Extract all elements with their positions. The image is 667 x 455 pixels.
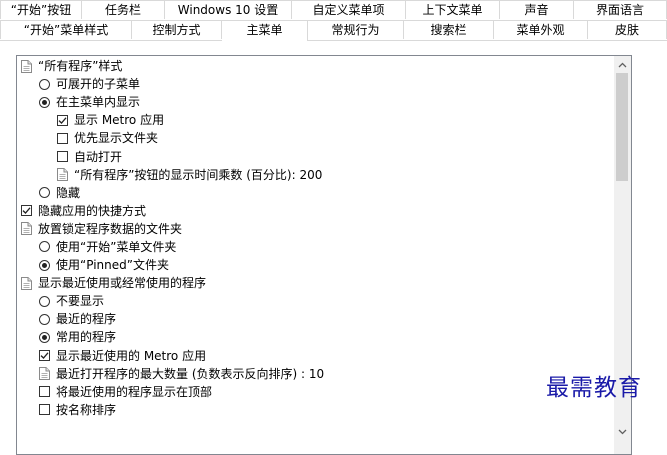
tab-skin[interactable]: 皮肤 [588,20,667,39]
tree-item-label: 显示最近使用或经常使用的程序 [38,276,207,291]
checkbox-icon[interactable] [57,132,68,144]
tree-item[interactable]: 将最近使用的程序显示在顶部 [17,383,614,401]
tree-item-label: 隐藏 [56,185,81,200]
tree-item[interactable]: “所有程序”样式 [17,57,614,75]
document-icon [39,367,50,381]
tree-item-label: 最近的程序 [56,312,117,327]
document-icon [21,59,32,73]
checkbox-icon[interactable] [39,386,50,398]
tree-item[interactable]: 隐藏应用的快捷方式 [17,202,614,220]
tab-search-box[interactable]: 搜索栏 [404,20,494,39]
tree-item-label: “所有程序”样式 [38,59,123,74]
tree-item-label: 将最近使用的程序显示在顶部 [56,384,213,399]
tree-item[interactable]: 显示 Metro 应用 [17,111,614,129]
tree-item[interactable]: 最近的程序 [17,310,614,328]
settings-list: “所有程序”样式可展开的子菜单 在主菜单内显示显示 Metro 应用 优先显示文件夹… [17,57,614,419]
radio-icon[interactable] [39,78,50,90]
scroll-down-arrow-icon[interactable] [614,423,631,440]
radio-selected-icon[interactable] [39,331,50,343]
tree-item-label: 优先显示文件夹 [74,131,159,146]
tree-item[interactable]: 显示最近使用或经常使用的程序 [17,274,614,292]
radio-icon[interactable] [39,295,50,307]
tree-item[interactable]: 优先显示文件夹 [17,129,614,147]
tree-item-label: 隐藏应用的快捷方式 [38,203,147,218]
tab-start-menu-style[interactable]: “开始”菜单样式 [0,20,132,39]
tab-start-button[interactable]: “开始”按钮 [0,0,82,19]
tab-main-menu[interactable]: 主菜单 [222,20,308,41]
scrollbar-thumb[interactable] [616,73,628,181]
tab-windows10-settings[interactable]: Windows 10 设置 [165,0,292,19]
tree-item[interactable]: 最近打开程序的最大数量 (负数表示反向排序) : 10 [17,365,614,383]
tab-ui-language[interactable]: 界面语言 [574,0,667,19]
tree-item[interactable]: 隐藏 [17,184,614,202]
tree-item-label: 按名称排序 [56,402,117,417]
watermark-text: 最需教育 [546,375,642,401]
scroll-up-arrow-icon[interactable] [614,56,631,73]
document-icon [57,168,68,182]
tab-menu-look[interactable]: 菜单外观 [494,20,588,39]
tab-row-2: “开始”菜单样式 控制方式 主菜单 常规行为 搜索栏 菜单外观 皮肤 [0,20,667,41]
tab-context-menu[interactable]: 上下文菜单 [406,0,500,19]
tree-item-label: 常用的程序 [56,330,117,345]
document-icon [21,276,32,290]
tab-strip: “开始”按钮 任务栏 Windows 10 设置 自定义菜单项 上下文菜单 声音… [0,0,667,41]
tree-item[interactable]: 可展开的子菜单 [17,75,614,93]
tab-taskbar[interactable]: 任务栏 [82,0,165,19]
tree-item-label: 可展开的子菜单 [56,77,141,92]
tab-control-mode[interactable]: 控制方式 [132,20,222,39]
tree-item[interactable]: 自动打开 [17,147,614,165]
tree-item-label: 放置锁定程序数据的文件夹 [38,221,183,236]
tree-item[interactable]: 不要显示 [17,292,614,310]
tree-item-label: 显示最近使用的 Metro 应用 [56,348,207,363]
checkbox-checked-icon[interactable] [39,350,50,362]
radio-selected-icon[interactable] [39,96,50,108]
tree-item[interactable]: 在主菜单内显示 [17,93,614,111]
tree-item[interactable]: 常用的程序 [17,328,614,346]
tab-row-1: “开始”按钮 任务栏 Windows 10 设置 自定义菜单项 上下文菜单 声音… [0,0,667,20]
radio-icon[interactable] [39,313,50,325]
tree-item[interactable]: 按名称排序 [17,401,614,419]
tab-page-main-menu: “所有程序”样式可展开的子菜单 在主菜单内显示显示 Metro 应用 优先显示文件夹… [0,41,667,455]
tree-item[interactable]: “所有程序”按钮的显示时间乘数 (百分比): 200 [17,166,614,184]
tree-item[interactable]: 放置锁定程序数据的文件夹 [17,220,614,238]
tree-item-label: 使用“Pinned”文件夹 [56,258,169,273]
settings-tree[interactable]: “所有程序”样式可展开的子菜单 在主菜单内显示显示 Metro 应用 优先显示文件夹… [16,55,632,455]
checkbox-checked-icon[interactable] [57,114,68,126]
tree-item[interactable]: 使用“Pinned”文件夹 [17,256,614,274]
tab-sound[interactable]: 声音 [500,0,574,19]
radio-icon[interactable] [39,241,50,253]
document-icon [21,222,32,236]
tree-item-label: 显示 Metro 应用 [74,113,165,128]
tree-item[interactable]: 显示最近使用的 Metro 应用 [17,347,614,365]
checkbox-icon[interactable] [57,151,68,163]
tree-item-label: 最近打开程序的最大数量 (负数表示反向排序) : 10 [56,366,325,381]
tree-item-label: 自动打开 [74,149,123,164]
tab-custom-menu-items[interactable]: 自定义菜单项 [292,0,406,19]
tree-item-label: “所有程序”按钮的显示时间乘数 (百分比): 200 [74,167,323,182]
radio-selected-icon[interactable] [39,259,50,271]
tree-item-label: 在主菜单内显示 [56,95,141,110]
tree-item[interactable]: 使用“开始”菜单文件夹 [17,238,614,256]
tree-item-label: 不要显示 [56,294,105,309]
tab-general-behavior[interactable]: 常规行为 [308,20,404,39]
checkbox-checked-icon[interactable] [21,205,32,217]
radio-icon[interactable] [39,187,50,199]
tree-item-label: 使用“开始”菜单文件夹 [56,239,177,254]
